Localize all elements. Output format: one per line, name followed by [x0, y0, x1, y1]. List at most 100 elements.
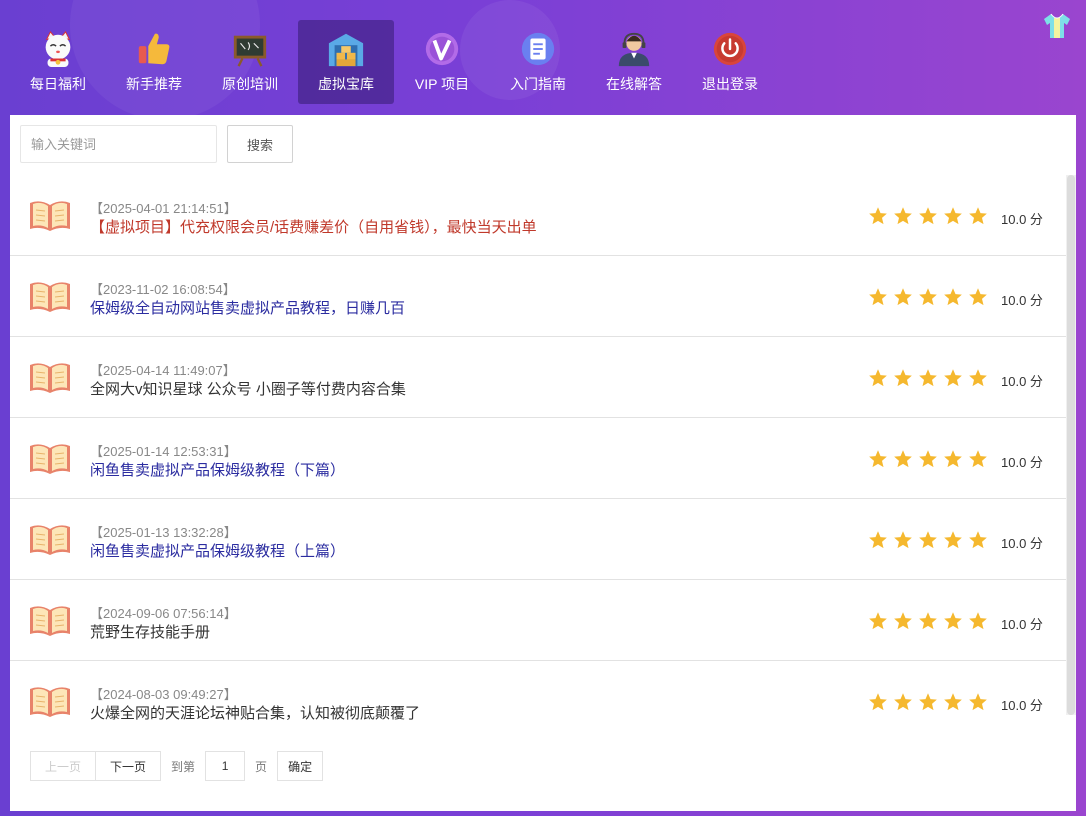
- item-title[interactable]: 【虚拟项目】代充权限会员/话费赚差价（自用省钱），最快当天出单: [90, 216, 537, 237]
- nav-label: 在线解答: [606, 76, 662, 92]
- main-nav: 每日福利 新手推荐 原创培训 虚拟宝库 VIP 项目 入门指南 在线解答 退出登…: [10, 20, 778, 104]
- nav-item-virtual-treasury[interactable]: 虚拟宝库: [298, 20, 394, 104]
- rating-stars: [868, 206, 993, 226]
- list-item[interactable]: 【2024-09-06 07:56:14】 荒野生存技能手册 10.0 分: [10, 580, 1066, 661]
- nav-item-beginner-guide[interactable]: 入门指南: [490, 20, 586, 104]
- star-icon: [944, 531, 962, 549]
- rating-stars: [868, 368, 993, 388]
- item-date: 【2025-01-13 13:32:28】: [90, 525, 237, 540]
- list-item[interactable]: 【2025-01-13 13:32:28】 闲鱼售卖虚拟产品保姆级教程（上篇） 10…: [10, 499, 1066, 580]
- scrollbar-thumb[interactable]: [1067, 175, 1075, 715]
- star-icon: [944, 288, 962, 306]
- star-icon: [919, 612, 937, 630]
- search-bar: 搜索: [20, 125, 293, 163]
- book-icon: [30, 444, 70, 474]
- search-button[interactable]: 搜索: [227, 125, 293, 163]
- prev-page-button[interactable]: 上一页: [30, 751, 96, 781]
- lucky-cat-icon: [45, 31, 71, 68]
- nav-item-online-answer[interactable]: 在线解答: [586, 20, 682, 104]
- item-title[interactable]: 闲鱼售卖虚拟产品保姆级教程（上篇）: [90, 540, 345, 561]
- star-icon: [919, 450, 937, 468]
- warehouse-icon: [328, 33, 364, 67]
- nav-label: 新手推荐: [126, 76, 182, 92]
- rating-stars: [868, 611, 993, 631]
- confirm-page-button[interactable]: 确定: [277, 751, 324, 781]
- nav-label: VIP 项目: [414, 76, 470, 92]
- book-icon: [30, 201, 70, 231]
- star-icon: [969, 693, 987, 711]
- star-icon: [894, 531, 912, 549]
- star-icon: [969, 369, 987, 387]
- nav-label: 入门指南: [510, 76, 566, 92]
- scrollbar[interactable]: [1066, 175, 1076, 715]
- power-icon: [713, 32, 747, 66]
- nav-item-vip-project[interactable]: VIP 项目: [394, 20, 490, 104]
- book-icon: [30, 363, 70, 393]
- pagination: 上一页 下一页 到第 页 确定: [30, 751, 324, 781]
- item-score: 10.0 分: [1001, 374, 1043, 389]
- content-panel: 搜索 【2025-04-01 21:14:51】【虚拟项目】代充权限会员/话费赚…: [10, 115, 1076, 811]
- star-icon: [944, 369, 962, 387]
- item-title[interactable]: 闲鱼售卖虚拟产品保姆级教程（下篇）: [90, 459, 345, 480]
- book-icon: [30, 687, 70, 717]
- search-input[interactable]: [20, 125, 217, 163]
- list-item[interactable]: 【2023-11-02 16:08:54】 保姆级全自动网站售卖虚拟产品教程，日赚…: [10, 256, 1066, 337]
- star-icon: [944, 450, 962, 468]
- item-date: 【2025-01-14 12:53:31】: [90, 444, 237, 459]
- item-title[interactable]: 全网大v知识星球 公众号 小圈子等付费内容合集: [90, 378, 406, 399]
- nav-item-original-training[interactable]: 原创培训: [202, 20, 298, 104]
- list-item[interactable]: 【2025-04-14 11:49:07】 全网大v知识星球 公众号 小圈子等付费…: [10, 337, 1066, 418]
- item-date: 【2024-09-06 07:56:14】: [90, 606, 237, 621]
- star-icon: [969, 612, 987, 630]
- rating-stars: [868, 692, 993, 712]
- star-icon: [919, 288, 937, 306]
- star-icon: [869, 450, 887, 468]
- rating-stars: [868, 449, 993, 469]
- item-date: 【2025-04-14 11:49:07】: [90, 363, 236, 378]
- star-icon: [869, 693, 887, 711]
- star-icon: [919, 207, 937, 225]
- book-icon: [30, 525, 70, 555]
- star-icon: [969, 450, 987, 468]
- item-date: 【2023-11-02 16:08:54】: [90, 282, 236, 297]
- nav-item-daily-welfare[interactable]: 每日福利: [10, 20, 106, 104]
- item-title[interactable]: 火爆全网的天涯论坛神贴合集，认知被彻底颠覆了: [90, 702, 420, 723]
- item-title[interactable]: 荒野生存技能手册: [90, 621, 210, 642]
- thumbs-up-icon: [138, 33, 170, 65]
- vip-icon: [425, 32, 459, 66]
- star-icon: [944, 612, 962, 630]
- star-icon: [894, 450, 912, 468]
- item-score: 10.0 分: [1001, 293, 1043, 308]
- item-score: 10.0 分: [1001, 212, 1043, 227]
- shirt-icon[interactable]: [1042, 12, 1072, 40]
- list-item[interactable]: 【2024-08-03 09:49:27】 火爆全网的天涯论坛神贴合集，认知被彻底…: [10, 661, 1066, 742]
- blackboard-icon: [233, 35, 267, 67]
- item-score: 10.0 分: [1001, 617, 1043, 632]
- page-unit-label: 页: [255, 759, 268, 774]
- book-icon: [30, 282, 70, 312]
- star-icon: [944, 693, 962, 711]
- list-item[interactable]: 【2025-01-14 12:53:31】 闲鱼售卖虚拟产品保姆级教程（下篇） 10…: [10, 418, 1066, 499]
- nav-label: 每日福利: [30, 76, 86, 92]
- nav-label: 原创培训: [222, 76, 278, 92]
- star-icon: [869, 207, 887, 225]
- star-icon: [894, 693, 912, 711]
- item-score: 10.0 分: [1001, 536, 1043, 551]
- book-icon: [30, 606, 70, 636]
- resource-list: 【2025-04-01 21:14:51】 【虚拟项目】代充权限会员/话费赚差价（…: [10, 175, 1066, 742]
- nav-item-logout[interactable]: 退出登录: [682, 20, 778, 104]
- star-icon: [969, 288, 987, 306]
- nav-item-beginner-recommend[interactable]: 新手推荐: [106, 20, 202, 104]
- star-icon: [919, 693, 937, 711]
- page-number-input[interactable]: [205, 751, 246, 781]
- next-page-button[interactable]: 下一页: [95, 751, 162, 781]
- star-icon: [869, 531, 887, 549]
- item-date: 【2025-04-01 21:14:51】: [90, 201, 237, 216]
- star-icon: [894, 207, 912, 225]
- star-icon: [894, 369, 912, 387]
- list-item[interactable]: 【2025-04-01 21:14:51】 【虚拟项目】代充权限会员/话费赚差价（…: [10, 175, 1066, 256]
- star-icon: [919, 531, 937, 549]
- item-score: 10.0 分: [1001, 455, 1043, 470]
- item-title[interactable]: 保姆级全自动网站售卖虚拟产品教程，日赚几百: [90, 297, 405, 318]
- star-icon: [869, 612, 887, 630]
